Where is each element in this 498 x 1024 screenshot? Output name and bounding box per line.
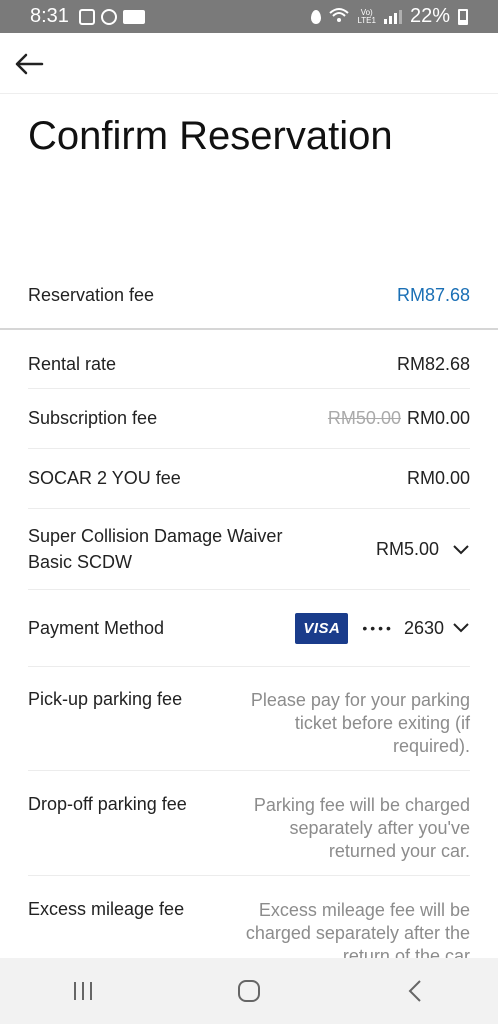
back-button[interactable] <box>12 47 46 81</box>
payment-method-row[interactable]: Payment Method VISA •••• 2630 <box>28 590 470 667</box>
payment-method-label: Payment Method <box>28 617 165 638</box>
signal-icon <box>383 9 402 24</box>
notification-icons <box>78 8 145 25</box>
excess-mileage-note: Excess mileage fee will be charged separ… <box>245 900 470 958</box>
reservation-fee-label: Reservation fee <box>28 284 155 305</box>
page-title: Confirm Reservation <box>28 114 393 158</box>
chevron-down-icon <box>453 623 469 633</box>
subscription-fee-label: Subscription fee <box>28 408 158 428</box>
visa-logo-icon: VISA <box>295 612 349 644</box>
rental-rate-row: Rental rate RM82.68 <box>28 340 470 389</box>
scdw-label-line2: Basic SCDW <box>28 552 133 572</box>
volte-icon: Vo) LTE1 <box>357 7 376 25</box>
socar-2-you-fee-value: RM0.00 <box>406 468 470 488</box>
subscription-fee-value: RM0.00 <box>406 408 470 428</box>
dropoff-parking-note: Parking fee will be charged separately a… <box>253 795 470 861</box>
dropoff-parking-row: Drop-off parking fee Parking fee will be… <box>28 772 470 876</box>
system-back-button[interactable] <box>385 969 445 1013</box>
arrow-left-icon <box>15 53 44 75</box>
excess-mileage-label: Excess mileage fee <box>28 899 185 919</box>
chevron-down-icon <box>453 545 469 555</box>
card-mask: •••• <box>362 620 394 636</box>
pickup-parking-label: Pick-up parking fee <box>28 689 183 709</box>
battery-icon <box>458 8 468 25</box>
app-bar <box>0 33 498 94</box>
app-notification-icon <box>122 9 145 24</box>
home-icon <box>238 980 260 1002</box>
reservation-fee-row: Reservation fee RM87.68 <box>28 272 470 318</box>
scdw-row[interactable]: Super Collision Damage Waiver Basic SCDW… <box>28 509 470 590</box>
rental-rate-value: RM82.68 <box>396 353 470 374</box>
dropoff-parking-label: Drop-off parking fee <box>28 794 187 814</box>
back-chevron-icon <box>408 980 421 1002</box>
recents-button[interactable] <box>53 969 113 1013</box>
scdw-value: RM5.00 <box>375 538 439 559</box>
wifi-icon <box>329 7 350 26</box>
scdw-label: Super Collision Damage Waiver Basic SCDW <box>28 523 282 575</box>
subscription-fee-value-group: RM50.00 RM0.00 <box>328 408 470 429</box>
divider <box>0 328 498 330</box>
subscription-fee-original: RM50.00 <box>327 408 401 428</box>
battery-percent: 22% <box>409 5 450 27</box>
subscription-fee-row: Subscription fee RM50.00 RM0.00 <box>28 389 470 449</box>
recents-icon <box>74 982 92 1000</box>
gallery-notification-icon <box>78 8 95 25</box>
status-right: Vo) LTE1 22% <box>311 0 468 33</box>
payment-method-value-group: VISA •••• 2630 <box>295 612 470 644</box>
socar-2-you-fee-label: SOCAR 2 YOU fee <box>28 468 181 488</box>
card-last4: 2630 <box>403 617 444 638</box>
rental-rate-label: Rental rate <box>28 353 117 374</box>
excess-mileage-row: Excess mileage fee Excess mileage fee wi… <box>28 877 470 958</box>
location-icon <box>311 9 322 24</box>
pickup-parking-row: Pick-up parking fee Please pay for your … <box>28 667 470 771</box>
home-button[interactable] <box>219 969 279 1013</box>
whatsapp-notification-icon <box>100 8 117 25</box>
pickup-parking-note: Please pay for your parking ticket befor… <box>250 690 470 756</box>
status-time: 8:31 <box>30 5 69 27</box>
socar-2-you-fee-row: SOCAR 2 YOU fee RM0.00 <box>28 449 470 509</box>
scdw-label-line1: Super Collision Damage Waiver <box>28 526 283 546</box>
system-nav-bar <box>0 958 498 1024</box>
status-bar: 8:31 Vo) LTE1 22% <box>0 0 498 33</box>
scdw-value-group: RM5.00 <box>376 539 470 560</box>
reservation-fee-amount: RM87.68 <box>396 284 470 305</box>
